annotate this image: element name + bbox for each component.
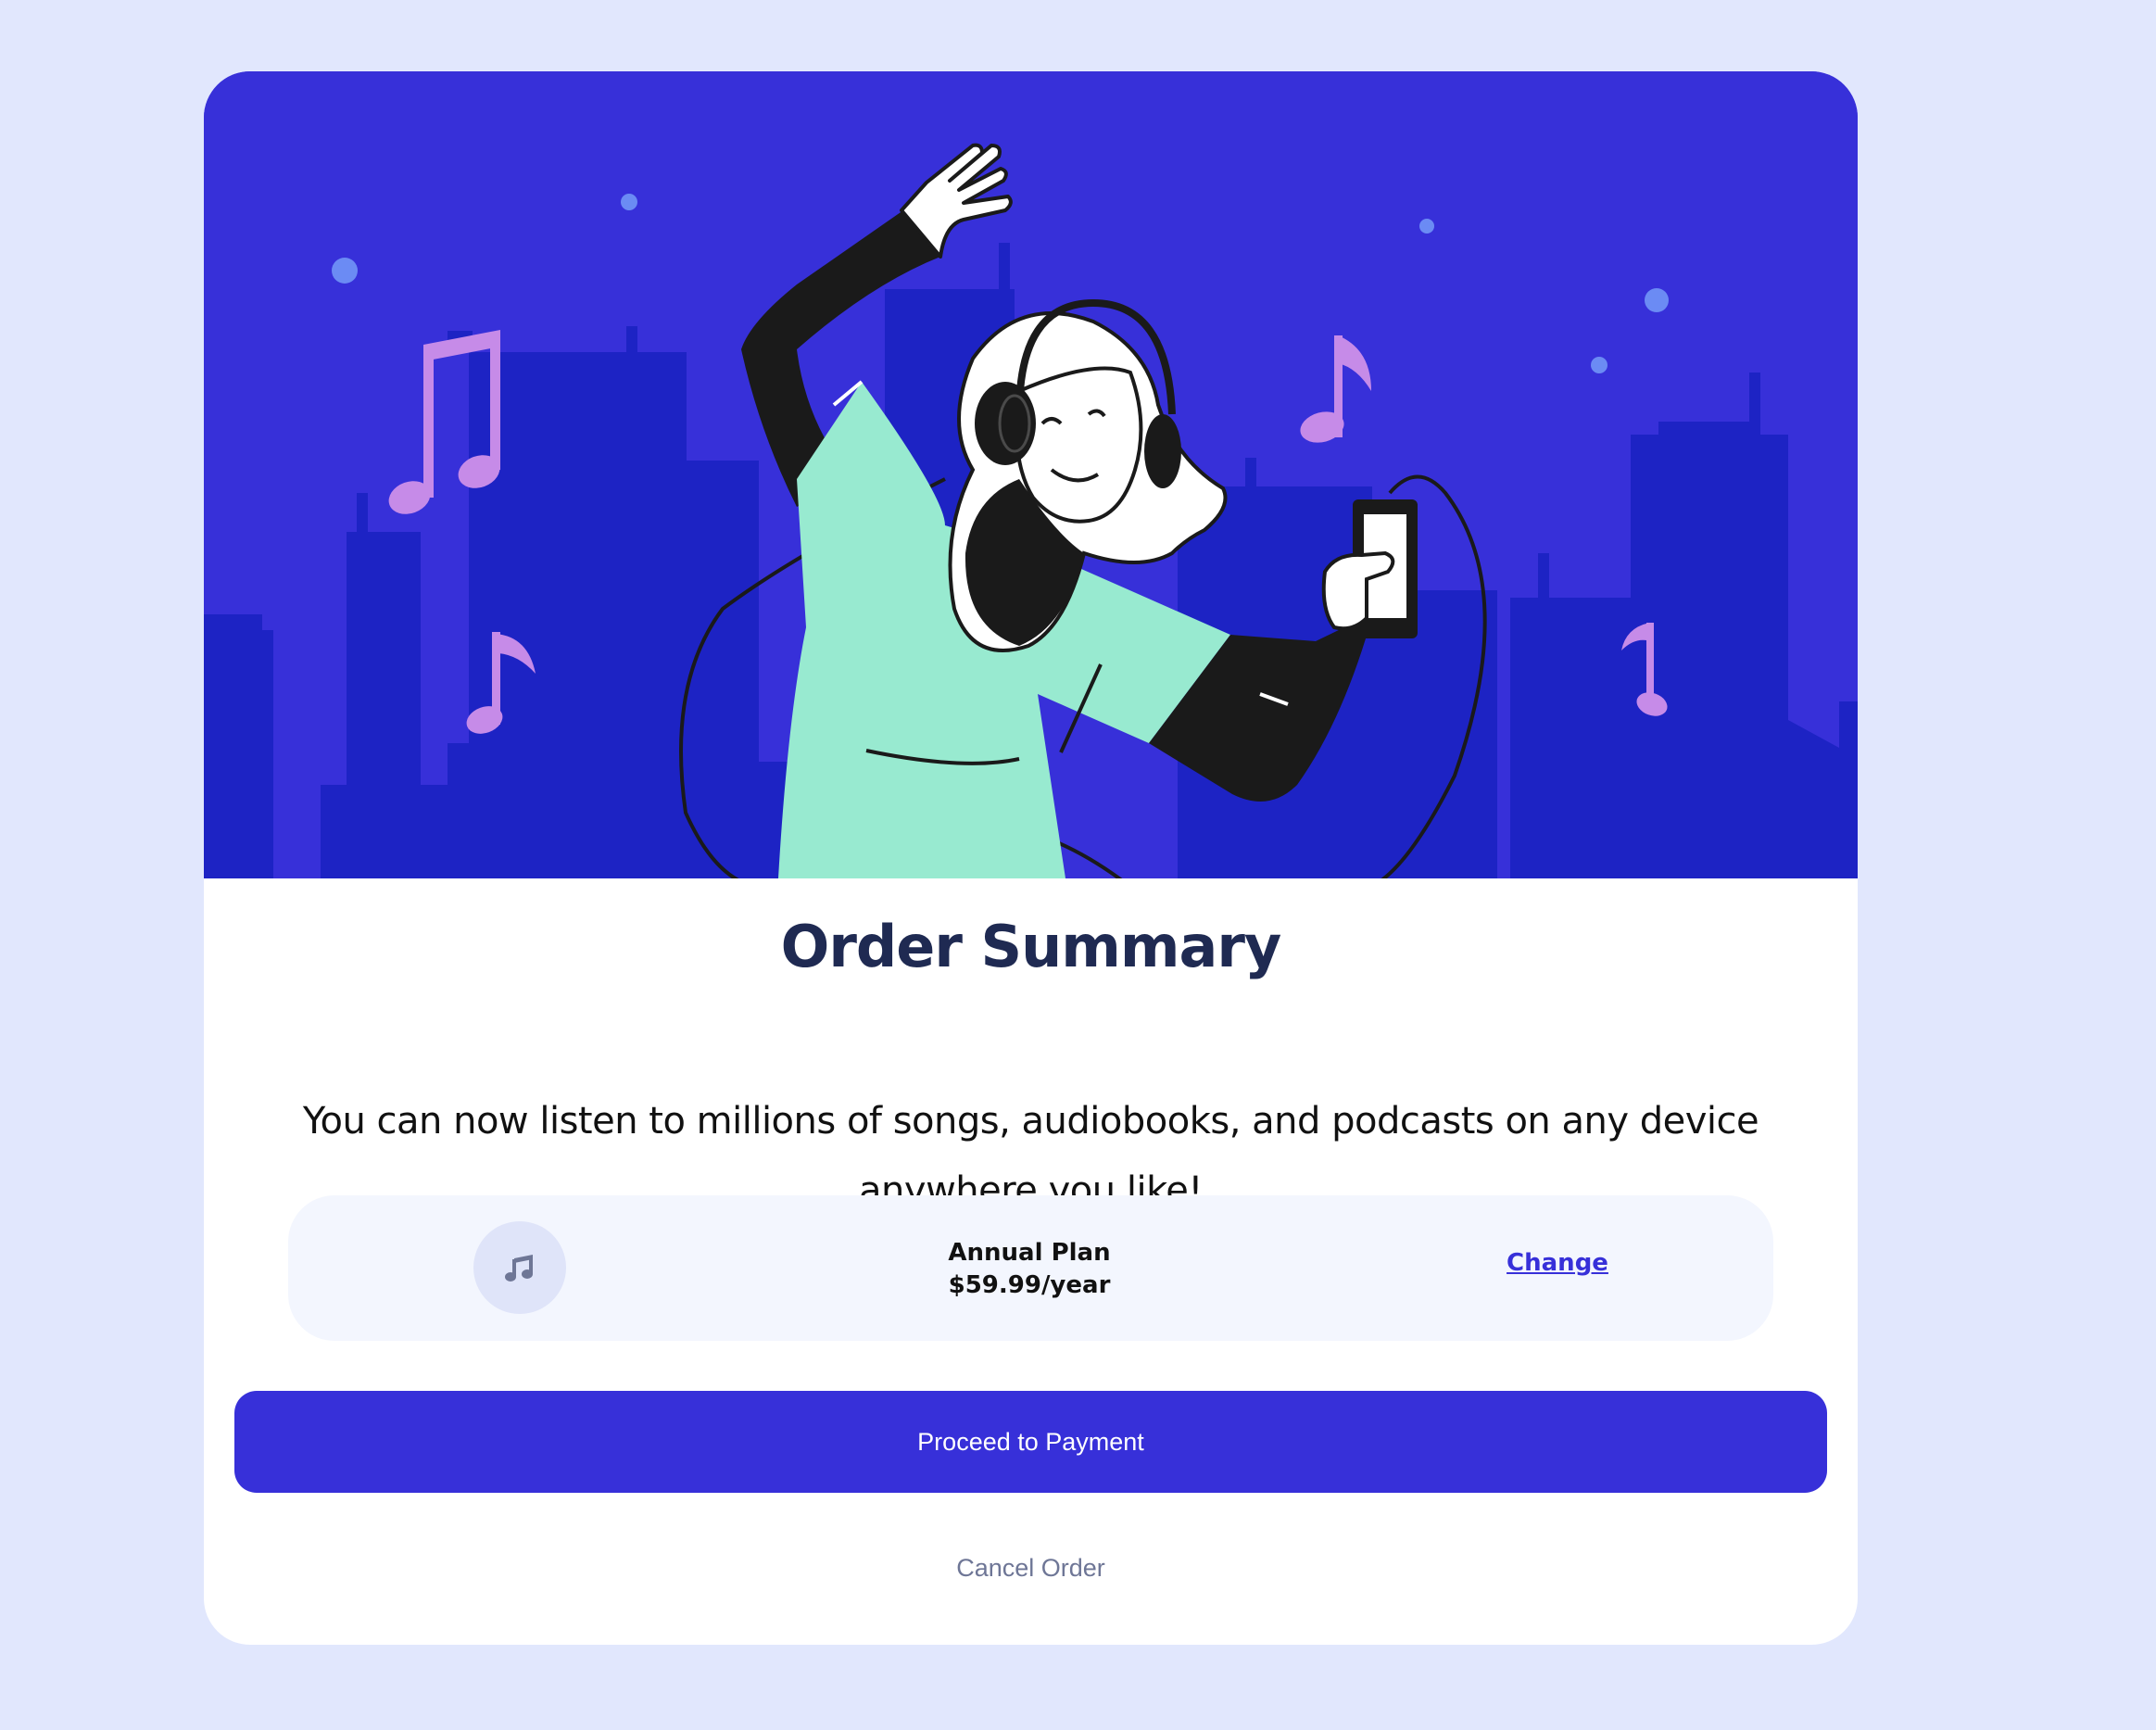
hero-illustration <box>204 71 1858 878</box>
plan-details: Annual Plan $59.99/year <box>751 1237 1307 1302</box>
proceed-to-payment-button[interactable]: Proceed to Payment <box>234 1391 1827 1493</box>
plan-card: Annual Plan $59.99/year Change <box>288 1195 1773 1341</box>
page-title: Order Summary <box>780 913 1282 980</box>
cancel-order-button[interactable]: Cancel Order <box>204 1554 1858 1583</box>
plan-name: Annual Plan <box>948 1239 1111 1267</box>
change-plan-link[interactable]: Change <box>1493 1249 1622 1277</box>
order-summary-card: Order Summary You can now listen to mill… <box>204 71 1858 1645</box>
plan-price: $59.99/year <box>948 1271 1111 1299</box>
music-note-icon <box>473 1221 566 1314</box>
